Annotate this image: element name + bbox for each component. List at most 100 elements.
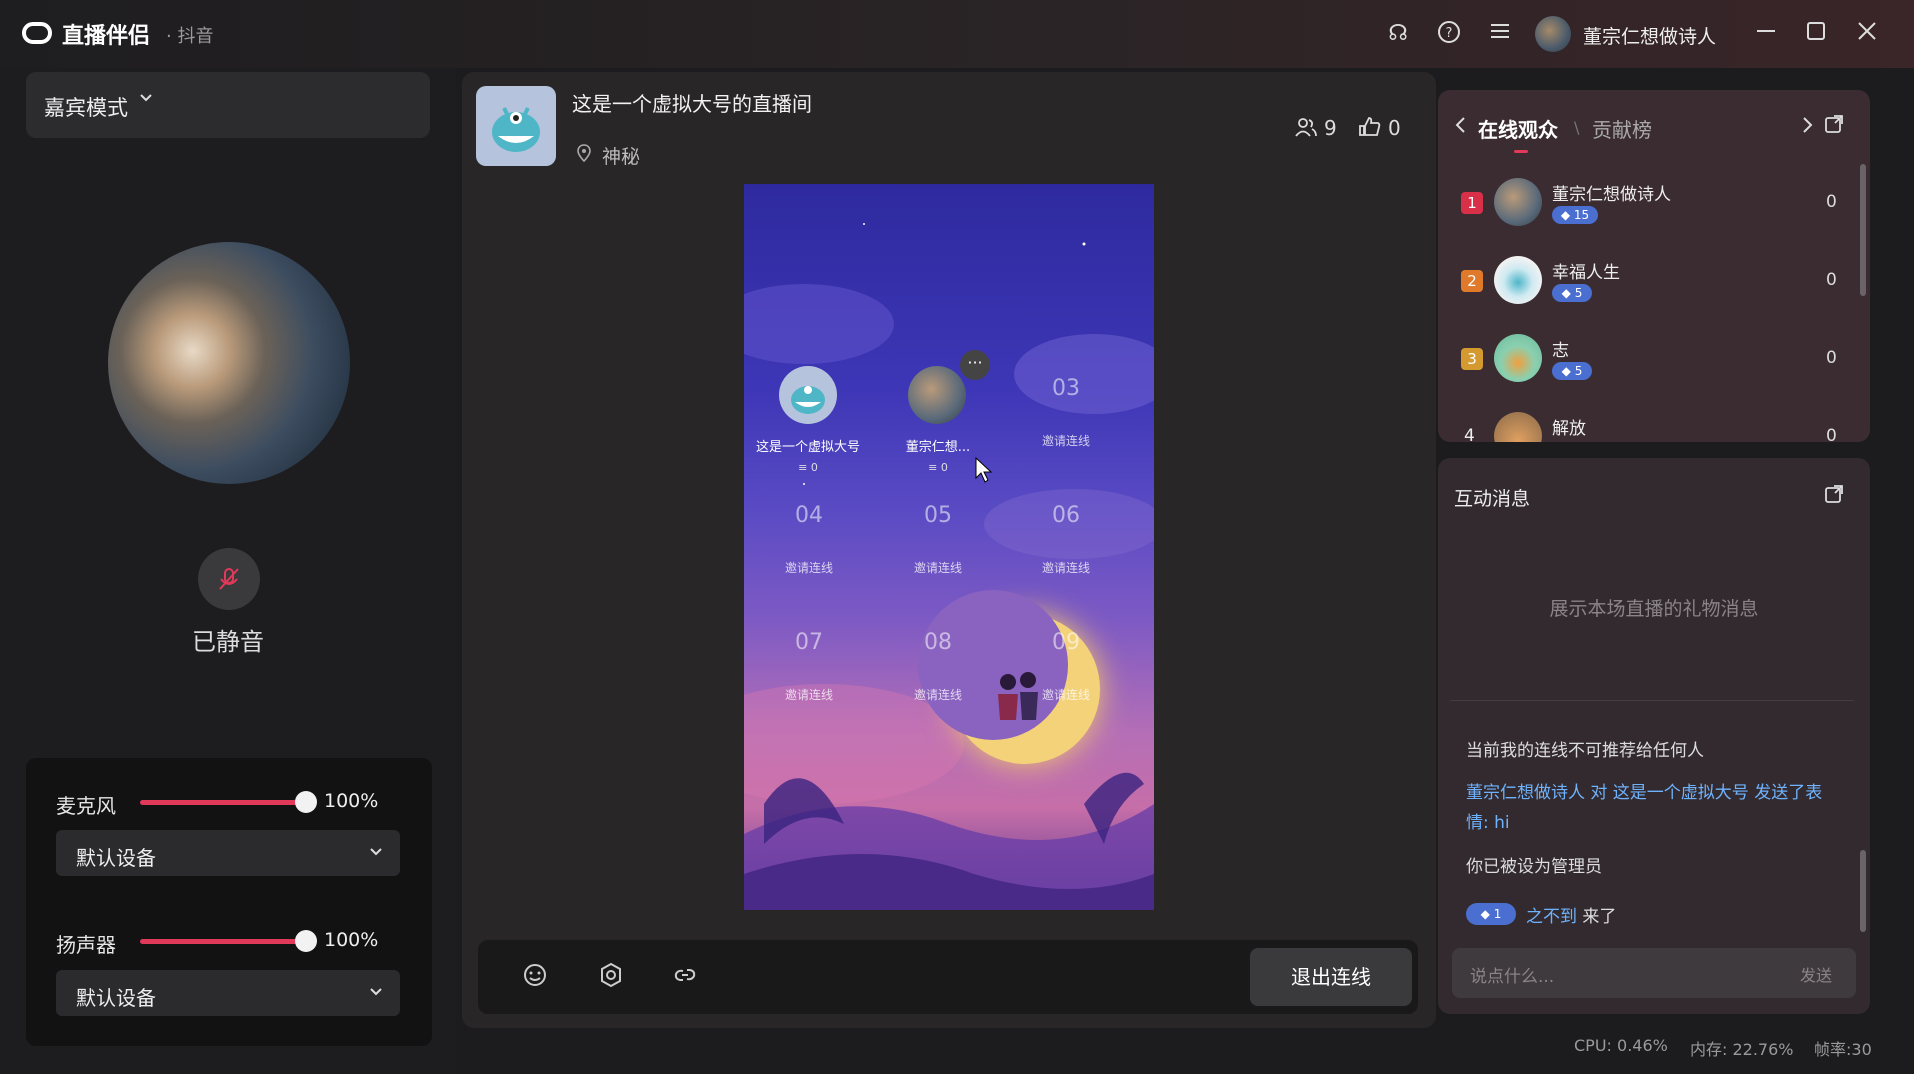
messages-title: 互动消息 bbox=[1454, 488, 1531, 510]
divider bbox=[1450, 700, 1854, 701]
seat-4-invite[interactable]: 邀请连线 bbox=[769, 559, 849, 576]
speaker-volume-value: 100% bbox=[324, 929, 379, 951]
settings-icon[interactable] bbox=[596, 962, 626, 992]
level-badge: ◆ 5 bbox=[1552, 362, 1592, 380]
level-badge: ◆ 1 bbox=[1466, 903, 1516, 925]
viewer-value: 0 bbox=[1826, 270, 1837, 290]
speaker-slider-handle[interactable] bbox=[295, 930, 317, 952]
user-name[interactable]: 董宗仁想做诗人 bbox=[1583, 22, 1716, 49]
viewer-avatar[interactable] bbox=[1494, 412, 1542, 442]
speaker-volume-slider[interactable] bbox=[140, 939, 306, 944]
seat-5-invite[interactable]: 邀请连线 bbox=[898, 559, 978, 576]
svg-text:?: ? bbox=[1446, 26, 1453, 41]
tab-contribution[interactable]: 贡献榜 bbox=[1592, 114, 1652, 143]
emoji-icon[interactable] bbox=[520, 962, 550, 992]
viewer-value: 0 bbox=[1826, 348, 1837, 368]
popout-icon[interactable] bbox=[1824, 484, 1844, 508]
viewer-avatar[interactable] bbox=[1494, 334, 1542, 382]
join-user-name[interactable]: 之不到 bbox=[1526, 907, 1577, 927]
seat-4-number: 04 bbox=[795, 503, 823, 528]
link-icon[interactable] bbox=[670, 962, 700, 992]
message-expression[interactable]: 董宗仁想做诗人 对 这是一个虚拟大号 发送了表 bbox=[1466, 778, 1822, 803]
seat-1-name: 这是一个虚拟大号 bbox=[755, 440, 860, 455]
level-badge: ◆ 15 bbox=[1552, 206, 1598, 224]
seat-9-invite[interactable]: 邀请连线 bbox=[1026, 686, 1106, 703]
cpu-usage: CPU: 0.46% bbox=[1574, 1036, 1668, 1055]
chevron-right-icon[interactable] bbox=[1800, 116, 1814, 138]
seat-8-number: 08 bbox=[924, 630, 952, 655]
guest-avatar bbox=[108, 242, 350, 484]
seat-3-number: 03 bbox=[1052, 376, 1080, 401]
viewer-row-4: 4 解放 0 bbox=[1438, 404, 1870, 442]
viewers-icon bbox=[1294, 116, 1318, 143]
user-avatar[interactable] bbox=[1535, 16, 1571, 52]
seat-8-invite[interactable]: 邀请连线 bbox=[898, 686, 978, 703]
seat-2-avatar[interactable] bbox=[908, 366, 966, 424]
rank-badge: 2 bbox=[1461, 270, 1483, 292]
cursor-icon bbox=[974, 456, 994, 488]
exit-link-button[interactable]: 退出连线 bbox=[1250, 948, 1412, 1006]
send-button[interactable]: 发送 bbox=[1800, 962, 1832, 986]
maximize-icon[interactable] bbox=[1802, 20, 1830, 48]
level-value: 5 bbox=[1574, 364, 1583, 378]
seat-6-invite[interactable]: 邀请连线 bbox=[1026, 559, 1106, 576]
level-value: 1 bbox=[1493, 907, 1502, 921]
help-icon[interactable]: ? bbox=[1435, 20, 1463, 48]
more-icon[interactable]: ··· bbox=[960, 350, 990, 380]
seat-2-name: 董宗仁想... bbox=[905, 440, 971, 455]
join-text: 来了 bbox=[1577, 907, 1617, 927]
gift-messages-placeholder: 展示本场直播的礼物消息 bbox=[1549, 598, 1759, 620]
viewer-name[interactable]: 董宗仁想做诗人 bbox=[1552, 180, 1671, 205]
message-expression-cont: 情: hi bbox=[1466, 813, 1510, 833]
chevron-down-icon bbox=[138, 90, 154, 111]
seat-1-count: ≡ 0 bbox=[798, 461, 818, 474]
level-value: 5 bbox=[1574, 286, 1583, 300]
rank-number: 4 bbox=[1464, 426, 1475, 442]
mic-muted-icon bbox=[198, 548, 260, 610]
frame-rate: 帧率:30 bbox=[1814, 1040, 1872, 1059]
viewer-name[interactable]: 志 bbox=[1552, 336, 1569, 361]
viewer-avatar[interactable] bbox=[1494, 178, 1542, 226]
app-logo-icon bbox=[22, 22, 52, 44]
viewer-name[interactable]: 解放 bbox=[1552, 414, 1586, 439]
rank-badge: 1 bbox=[1461, 192, 1483, 214]
app-title: 直播伴侣 bbox=[62, 24, 151, 49]
room-avatar bbox=[476, 86, 556, 166]
chevron-down-icon bbox=[368, 984, 384, 1004]
location-pin-icon bbox=[576, 144, 592, 166]
viewer-value: 0 bbox=[1826, 192, 1837, 212]
room-title: 这是一个虚拟大号的直播间 bbox=[572, 92, 812, 116]
viewer-avatar[interactable] bbox=[1494, 256, 1542, 304]
popout-icon[interactable] bbox=[1824, 114, 1844, 138]
tab-separator: \ bbox=[1574, 118, 1580, 137]
close-icon[interactable] bbox=[1853, 20, 1881, 48]
tab-underline bbox=[1514, 150, 1528, 153]
room-location: 神秘 bbox=[602, 146, 641, 168]
mic-slider-handle[interactable] bbox=[295, 791, 317, 813]
mic-volume-value: 100% bbox=[324, 790, 379, 812]
memory-usage: 内存: 22.76% bbox=[1690, 1040, 1794, 1059]
seat-9-number: 09 bbox=[1052, 630, 1080, 655]
chevron-left-icon[interactable] bbox=[1454, 116, 1468, 138]
messages-scrollbar[interactable] bbox=[1860, 850, 1866, 932]
seat-3-invite[interactable]: 邀请连线 bbox=[1026, 432, 1106, 449]
tab-online-viewers[interactable]: 在线观众 bbox=[1478, 114, 1558, 143]
mic-volume-slider[interactable] bbox=[140, 800, 306, 805]
level-badge: ◆ 5 bbox=[1552, 284, 1592, 302]
seat-1-avatar[interactable] bbox=[779, 366, 837, 424]
minimize-icon[interactable] bbox=[1752, 20, 1780, 48]
audience-scrollbar[interactable] bbox=[1860, 164, 1866, 296]
level-value: 15 bbox=[1573, 208, 1590, 222]
seat-7-invite[interactable]: 邀请连线 bbox=[769, 686, 849, 703]
platform-label: · 抖音 bbox=[166, 26, 214, 47]
couple-illustration bbox=[990, 670, 1050, 740]
viewer-name[interactable]: 幸福人生 bbox=[1552, 258, 1620, 283]
seat-7-number: 07 bbox=[795, 630, 823, 655]
seat-5-number: 05 bbox=[924, 503, 952, 528]
menu-icon[interactable] bbox=[1486, 20, 1514, 48]
mic-label: 麦克风 bbox=[56, 794, 116, 818]
rank-badge: 3 bbox=[1461, 348, 1483, 370]
like-icon bbox=[1358, 116, 1382, 143]
headset-icon[interactable]: ☊ bbox=[1384, 20, 1412, 48]
mic-device-value: 默认设备 bbox=[76, 846, 156, 870]
